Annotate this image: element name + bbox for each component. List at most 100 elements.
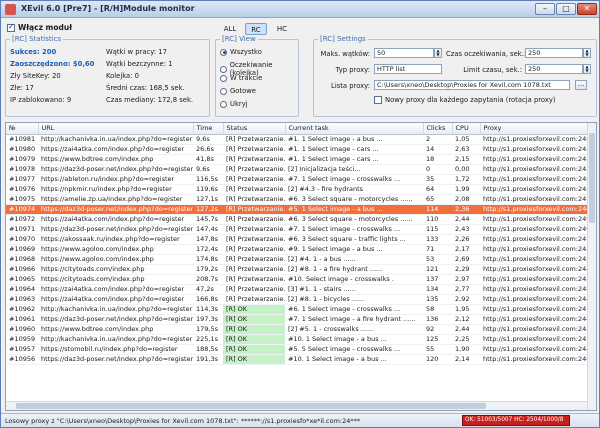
time-limit-spinner[interactable]: ▲ ▼ <box>583 64 591 74</box>
table-cell: https://www.bdtree.com/index.php <box>38 324 193 335</box>
table-row[interactable]: #10961 https://daz3d-poser.net/index.php?… <box>6 314 589 325</box>
table-cell: [2] #8. 1 - a fire hydrant ...... <box>285 264 423 275</box>
column-header[interactable]: Clicks <box>423 123 453 135</box>
time-limit-input[interactable]: 250 <box>525 64 583 74</box>
table-cell: 2,77 <box>452 284 480 295</box>
table-cell: [R] Przetwarzanie... <box>223 224 285 235</box>
ip-blocked-stat: IP zablokowano: 9 <box>10 96 72 104</box>
enable-module-checkbox[interactable] <box>7 22 15 32</box>
minimize-button[interactable]: – <box>535 3 555 15</box>
tab-hc[interactable]: HC <box>271 23 293 35</box>
radio-icon[interactable] <box>220 65 227 73</box>
vertical-scrollbar[interactable] <box>587 123 596 410</box>
table-cell: 188,5s <box>193 344 223 355</box>
horizontal-scrollbar[interactable] <box>6 401 587 410</box>
status-proxy-text: Losowy proxy z "C:\Users\xneo\Desktop\Pr… <box>5 417 361 425</box>
table-cell: 147,4s <box>193 224 223 235</box>
column-header[interactable]: Current task <box>285 123 424 135</box>
view-option-done[interactable]: Gotowe <box>220 87 256 95</box>
table-cell: #10968 <box>6 254 38 265</box>
table-row[interactable]: #10970 https://akossaak.ru/index.php?do=r… <box>6 234 589 245</box>
table-row[interactable]: #10966 https://citytoads.com/index.php 179… <box>6 264 589 275</box>
column-header[interactable]: Proxy <box>480 123 590 135</box>
avg-time-stat: Średni czas: 168,5 sek. <box>106 84 185 92</box>
wait-time-spinner[interactable]: ▲ ▼ <box>583 48 591 58</box>
horizontal-scroll-thumb[interactable] <box>16 403 486 409</box>
table-cell: #10. Select image - crosswalks . <box>285 274 423 285</box>
table-row[interactable]: #10963 https://zai4atka.com/index.php?do=… <box>6 294 589 305</box>
table-row[interactable]: #10974 https://daz3d-poser.net/index.php?… <box>6 204 589 215</box>
table-cell: [2] Inicjalizacja teści... <box>285 164 423 175</box>
table-cell: https://daz3d-poser.net/index.php?do=reg… <box>38 314 193 325</box>
column-header[interactable]: № <box>6 123 39 135</box>
statistics-title: [RC] Statistics <box>10 35 64 43</box>
rotation-checkbox[interactable] <box>374 96 382 104</box>
table-cell: #10956 <box>6 354 38 365</box>
table-cell: 119,6s <box>193 184 223 195</box>
enable-module-toggle[interactable]: Włącz moduł <box>7 22 72 32</box>
table-cell: https://zai4atka.com/index.php?do=regist… <box>38 144 193 155</box>
table-cell: 2,14 <box>452 354 480 365</box>
tab-rc[interactable]: RC <box>245 23 267 35</box>
table-cell: 166,8s <box>193 294 223 305</box>
vertical-scroll-thumb[interactable] <box>589 133 595 223</box>
table-row[interactable]: #10978 https://daz3d-poser.net/index.php?… <box>6 164 589 175</box>
radio-icon[interactable] <box>220 87 227 95</box>
table-row[interactable]: #10965 https://citytoads.com/index.php 208… <box>6 274 589 285</box>
proxy-list-input[interactable]: C:\Users\xneo\Desktop\Proxies for Xevil.… <box>374 80 570 90</box>
table-row[interactable]: #10975 https://amelie.zp.ua/index.php?do=… <box>6 194 589 205</box>
max-threads-input[interactable]: 50 <box>374 48 434 58</box>
table-row[interactable]: #10979 https://www.bdtree.com/index.php 41… <box>6 154 589 165</box>
radio-icon[interactable] <box>220 100 227 108</box>
table-row[interactable]: #10972 https://zai4atka.com/index.php?do=… <box>6 214 589 225</box>
table-cell: #10972 <box>6 214 38 225</box>
table-cell: https://www.bdtree.com/index.php <box>38 154 193 165</box>
table-row[interactable]: #10969 https://www.agoloo.com/index.php 17… <box>6 244 589 255</box>
table-row[interactable]: #10959 http://kachanivka.in.ua/index.php?… <box>6 334 589 345</box>
radio-icon[interactable] <box>220 74 227 82</box>
radio-icon[interactable] <box>220 48 227 56</box>
column-header[interactable]: URL <box>38 123 194 135</box>
column-header[interactable]: Status <box>223 123 286 135</box>
maximize-button[interactable]: □ <box>556 3 576 15</box>
table-row[interactable]: #10980 https://zai4atka.com/index.php?do=… <box>6 144 589 155</box>
view-option-in-progress[interactable]: W trakcie <box>220 74 262 82</box>
table-row[interactable]: #10981 http://kachanivka.in.ua/index.php?… <box>6 134 589 145</box>
table-cell: 65 <box>423 194 452 205</box>
rotation-toggle[interactable]: Nowy proxy dla każdego zapytania (rotacj… <box>374 96 556 104</box>
view-option-all[interactable]: Wszystko <box>220 48 262 56</box>
table-row[interactable]: #10960 https://www.bdtree.com/index.php 17… <box>6 324 589 335</box>
table-cell: 114 <box>423 204 452 215</box>
table-row[interactable]: #10957 https://stomobil.ru/index.php?do=r… <box>6 344 589 355</box>
table-row[interactable]: #10964 https://zai4atka.com/index.php?do=… <box>6 284 589 295</box>
table-cell: #6. 3 Select square - traffic lights ... <box>285 234 423 245</box>
wait-time-input[interactable]: 250 <box>525 48 583 58</box>
column-header[interactable]: CPU <box>452 123 481 135</box>
close-button[interactable]: ✕ <box>577 3 597 15</box>
table-row[interactable]: #10976 https://npkmir.ru/index.php?do=reg… <box>6 184 589 195</box>
table-row[interactable]: #10971 https://daz3d-poser.net/index.php?… <box>6 224 589 235</box>
table-cell: [R] OK <box>223 304 285 315</box>
max-threads-spinner[interactable]: ▲ ▼ <box>434 48 442 58</box>
table-cell: #7. 1 Select image - a fire hydrant ....… <box>285 314 423 325</box>
table-row[interactable]: #10962 http://kachanivka.in.ua/index.php?… <box>6 304 589 315</box>
window-title: XEvil 6.0 [Pre7] - [R/H]Module monitor <box>21 4 195 13</box>
proxy-type-label: Typ proxy: <box>335 66 370 74</box>
max-threads-label: Maks. wątków: <box>320 50 370 58</box>
table-row[interactable]: #10968 https://www.agoloo.com/index.php 17… <box>6 254 589 265</box>
proxy-list-label: Lista proxy: <box>331 82 370 90</box>
table-cell: http://s1.proxiesforxevil.com:2477 <box>480 334 589 345</box>
table-cell: https://www.agoloo.com/index.php <box>38 254 193 265</box>
proxy-type-select[interactable]: HTTP list <box>374 64 442 74</box>
title-bar[interactable]: XEvil 6.0 [Pre7] - [R/H]Module monitor –… <box>1 1 599 18</box>
view-group: [RC] View Wszystko Oczekiwanie (kolejka)… <box>215 35 299 117</box>
browse-button[interactable]: ... <box>575 80 587 90</box>
table-cell: 208,7s <box>193 274 223 285</box>
table-cell: http://s1.proxiesforxevil.com:2484 <box>480 284 589 295</box>
table-row[interactable]: #10956 https://daz3d-poser.net/index.php?… <box>6 354 589 365</box>
table-cell: 0 <box>423 164 452 175</box>
view-option-hide[interactable]: Ukryj <box>220 100 248 108</box>
tab-all[interactable]: ALL <box>219 23 241 35</box>
table-row[interactable]: #10977 https://ableton.ru/index.php?do=re… <box>6 174 589 185</box>
column-header[interactable]: Time <box>193 123 224 135</box>
